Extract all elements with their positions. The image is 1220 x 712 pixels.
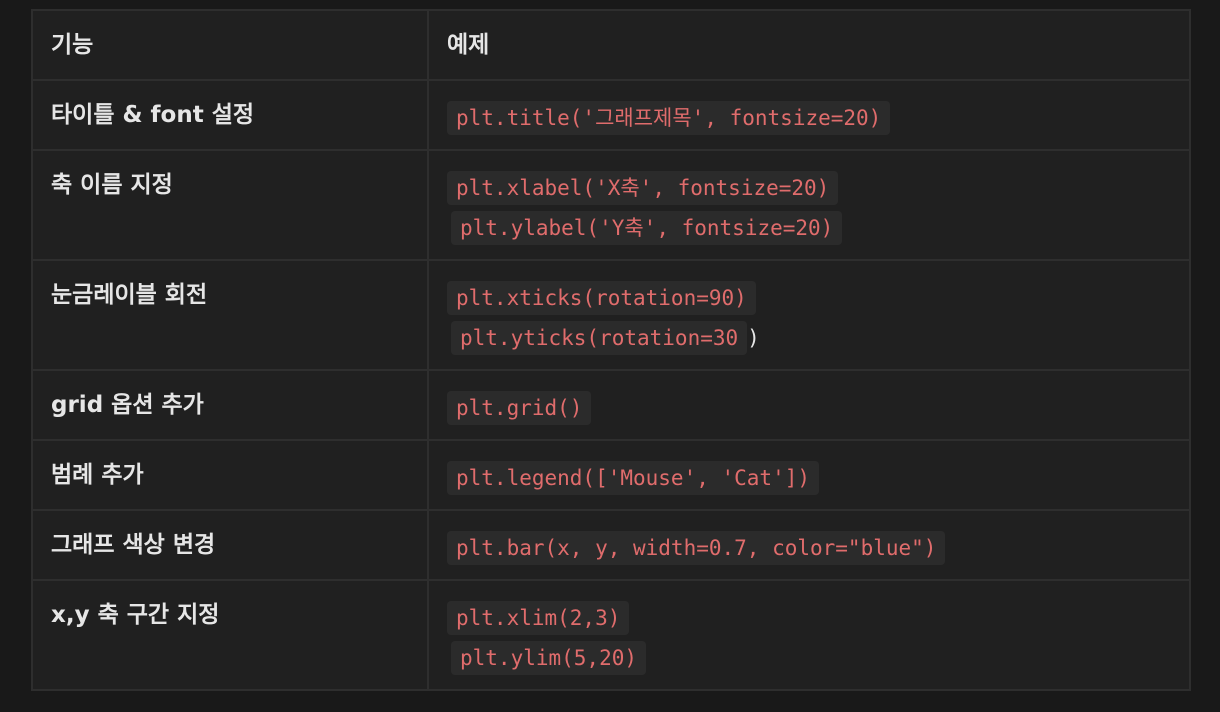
- feature-cell: grid 옵션 추가: [33, 371, 429, 439]
- code-snippet: plt.title('그래프제목', fontsize=20): [447, 101, 891, 135]
- code-snippet: plt.ylim(5,20): [451, 641, 647, 675]
- header-example: 예제: [447, 32, 490, 58]
- code-snippet: plt.yticks(rotation=30: [451, 321, 748, 355]
- feature-cell: 범례 추가: [33, 441, 429, 509]
- example-cell: plt.xlim(2,3) plt.ylim(5,20): [429, 581, 1189, 689]
- feature-cell: 축 이름 지정: [33, 151, 429, 259]
- example-cell: plt.grid(): [429, 371, 1189, 439]
- feature-cell: 그래프 색상 변경: [33, 511, 429, 579]
- table-row-legend: 범례 추가 plt.legend(['Mouse', 'Cat']): [33, 441, 1189, 511]
- feature-cell: 타이틀 & font 설정: [33, 81, 429, 149]
- example-cell: plt.xticks(rotation=90) plt.yticks(rotat…: [429, 261, 1189, 369]
- table-row-axis-label: 축 이름 지정 plt.xlabel('X축', fontsize=20) pl…: [33, 151, 1189, 261]
- example-cell: plt.bar(x, y, width=0.7, color="blue"): [429, 511, 1189, 579]
- code-snippet: plt.xlim(2,3): [447, 601, 630, 635]
- table-row-title: 타이틀 & font 설정 plt.title('그래프제목', fontsiz…: [33, 81, 1189, 151]
- feature-cell: x,y 축 구간 지정: [33, 581, 429, 689]
- feature-cell: 눈금레이블 회전: [33, 261, 429, 369]
- table-row-color: 그래프 색상 변경 plt.bar(x, y, width=0.7, color…: [33, 511, 1189, 581]
- trailing-paren: ): [747, 326, 760, 350]
- example-cell: plt.legend(['Mouse', 'Cat']): [429, 441, 1189, 509]
- header-feature: 기능: [33, 11, 429, 79]
- table-row-axis-range: x,y 축 구간 지정 plt.xlim(2,3) plt.ylim(5,20): [33, 581, 1189, 689]
- example-cell: plt.title('그래프제목', fontsize=20): [429, 81, 1189, 149]
- code-snippet: plt.xticks(rotation=90): [447, 281, 756, 315]
- code-snippet: plt.xlabel('X축', fontsize=20): [447, 171, 839, 205]
- table-row-grid: grid 옵션 추가 plt.grid(): [33, 371, 1189, 441]
- matplotlib-functions-table: 기능 예제 타이틀 & font 설정 plt.title('그래프제목', f…: [31, 9, 1191, 691]
- code-snippet: plt.ylabel('Y축', fontsize=20): [451, 211, 843, 245]
- code-snippet: plt.bar(x, y, width=0.7, color="blue"): [447, 531, 946, 565]
- code-snippet: plt.grid(): [447, 391, 592, 425]
- table-row-tick-rotation: 눈금레이블 회전 plt.xticks(rotation=90) plt.yti…: [33, 261, 1189, 371]
- code-snippet: plt.legend(['Mouse', 'Cat']): [447, 461, 820, 495]
- table-header-row: 기능 예제: [33, 11, 1189, 81]
- example-cell: plt.xlabel('X축', fontsize=20) plt.ylabel…: [429, 151, 1189, 259]
